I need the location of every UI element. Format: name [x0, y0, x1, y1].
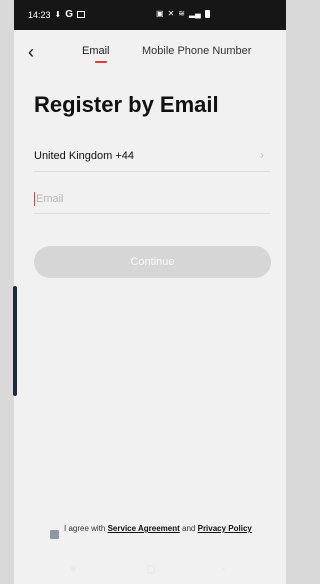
phone-screen: 14:23 ⬇ G ▣ ✕ ≋ ▂▄ ‹ Email Mobile Phone … [14, 0, 286, 584]
signal-icon: ▂▄ [188, 9, 201, 18]
image-icon [77, 11, 86, 18]
page-title: Register by Email [34, 92, 219, 117]
email-field-container[interactable] [34, 186, 270, 214]
battery-icon [204, 9, 210, 18]
mute-icon: ✕ [167, 9, 175, 18]
continue-button[interactable]: Continue [34, 246, 271, 278]
agreement-row: I agree with Service Agreement and Priva… [50, 524, 270, 554]
system-navbar: ≡ ▢ ‹ [14, 556, 286, 584]
agreement-checkbox[interactable] [50, 530, 59, 539]
chevron-right-icon: › [260, 148, 264, 162]
google-icon: G [65, 9, 74, 20]
status-bar: 14:23 ⬇ G ▣ ✕ ≋ ▂▄ [14, 0, 286, 30]
country-selector[interactable]: United Kingdom +44 › [34, 144, 270, 172]
agreement-middle: and [182, 524, 196, 533]
home-icon[interactable]: ▢ [146, 564, 155, 575]
back-icon[interactable]: ‹ [222, 564, 225, 575]
wifi-icon: ≋ [178, 9, 185, 18]
download-icon: ⬇ [54, 10, 62, 19]
status-right: ▣ ✕ ≋ ▂▄ [156, 9, 210, 18]
back-chevron-icon[interactable]: ‹ [28, 42, 48, 62]
agreement-prefix: I agree with [64, 524, 106, 533]
email-field[interactable] [34, 186, 270, 212]
tab-email[interactable]: Email [82, 45, 110, 57]
privacy-policy-link[interactable]: Privacy Policy [198, 524, 252, 533]
status-time: 14:23 [28, 9, 51, 20]
header-tabs: ‹ Email Mobile Phone Number [14, 30, 286, 76]
country-label: United Kingdom +44 [34, 150, 134, 162]
status-left: 14:23 ⬇ G [28, 9, 86, 20]
service-agreement-link[interactable]: Service Agreement [108, 524, 180, 533]
nfc-icon: ▣ [156, 9, 164, 18]
tab-mobile-phone[interactable]: Mobile Phone Number [142, 45, 251, 57]
text-cursor [34, 192, 35, 206]
tab-active-indicator [95, 61, 107, 63]
menu-icon[interactable]: ≡ [70, 564, 76, 575]
side-scroll-handle[interactable] [13, 286, 17, 396]
agreement-text: I agree with Service Agreement and Priva… [64, 524, 264, 534]
